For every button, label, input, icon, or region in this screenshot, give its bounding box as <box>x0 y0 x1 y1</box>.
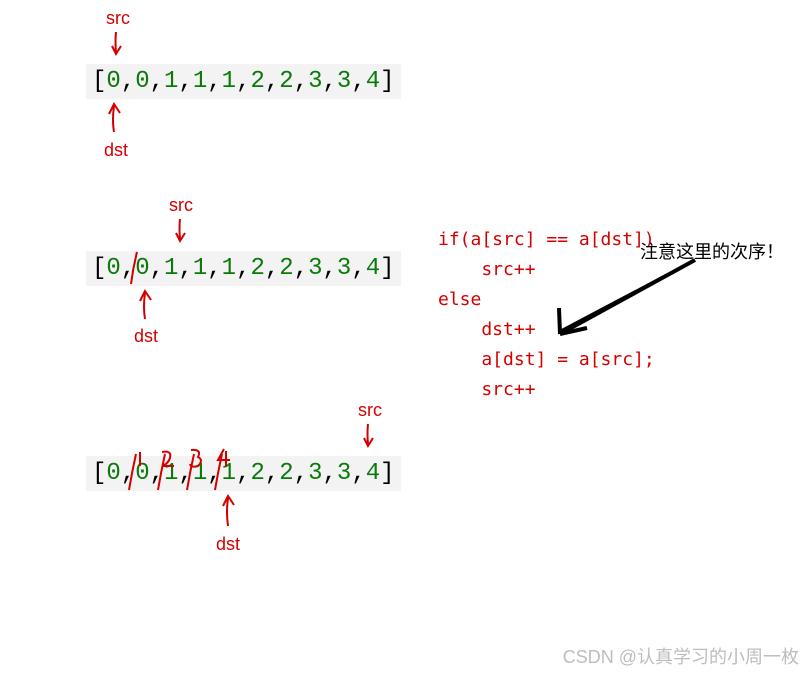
dst-label-3: dst <box>216 534 240 555</box>
dst-arrow-1 <box>108 102 128 136</box>
dst-arrow-3 <box>222 494 244 530</box>
src-arrow-3 <box>362 422 382 452</box>
code-line-4: dst++ <box>438 315 655 345</box>
src-arrow-1 <box>110 30 130 60</box>
array-step-3: [0,0,1,1,1,2,2,3,3,4] <box>86 456 401 491</box>
code-line-2: src++ <box>438 255 655 285</box>
array-step-2: [0,0,1,1,1,2,2,3,3,4] <box>86 251 401 286</box>
src-label-2: src <box>169 195 193 216</box>
src-label-3: src <box>358 400 382 421</box>
code-line-5: a[dst] = a[src]; <box>438 345 655 375</box>
code-line-6: src++ <box>438 375 655 405</box>
src-arrow-2 <box>174 217 194 247</box>
order-note: 注意这里的次序！ <box>640 238 784 264</box>
dst-label-2: dst <box>134 326 158 347</box>
code-line-1: if(a[src] == a[dst]) <box>438 225 655 255</box>
src-label-1: src <box>106 8 130 29</box>
watermark: CSDN @认真学习的小周一枚 <box>563 643 799 669</box>
code-line-3: else <box>438 285 655 315</box>
pseudocode-block: if(a[src] == a[dst]) src++ else dst++ a[… <box>438 225 655 405</box>
dst-arrow-2 <box>139 289 159 323</box>
dst-label-1: dst <box>104 140 128 161</box>
array-step-1: [0,0,1,1,1,2,2,3,3,4] <box>86 64 401 99</box>
